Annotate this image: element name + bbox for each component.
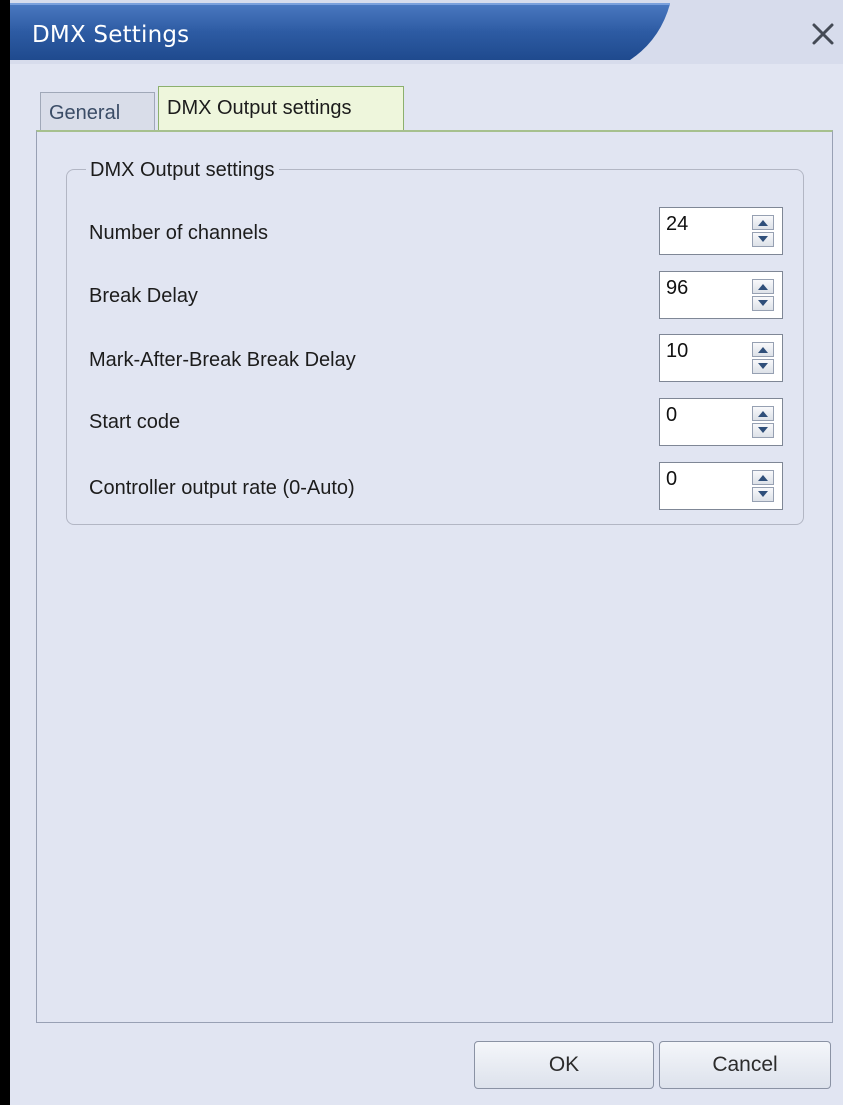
number-of-channels-label: Number of channels [89, 222, 268, 244]
controller-output-rate-value[interactable]: 0 [666, 468, 677, 490]
spin-up-button[interactable] [752, 215, 774, 230]
spin-up-button[interactable] [752, 470, 774, 485]
mark-after-break-value[interactable]: 10 [666, 340, 688, 362]
spin-up-button[interactable] [752, 279, 774, 294]
break-delay-value[interactable]: 96 [666, 277, 688, 299]
close-icon [812, 23, 834, 45]
arrow-up-icon [758, 475, 768, 481]
spin-up-button[interactable] [752, 406, 774, 421]
dmx-settings-dialog: DMX Settings General DMX Output settings… [0, 0, 843, 1105]
number-of-channels-spinner[interactable]: 24 [659, 207, 783, 255]
break-delay-label: Break Delay [89, 285, 198, 307]
tab-dmx-output-settings[interactable]: DMX Output settings [158, 86, 404, 130]
arrow-down-icon [758, 300, 768, 306]
groupbox-legend: DMX Output settings [86, 158, 279, 182]
arrow-down-icon [758, 427, 768, 433]
spin-up-button[interactable] [752, 342, 774, 357]
tab-general-label: General [49, 102, 121, 124]
dialog-title: DMX Settings [32, 22, 190, 48]
arrow-up-icon [758, 347, 768, 353]
arrow-down-icon [758, 236, 768, 242]
controller-output-rate-label: Controller output rate (0-Auto) [89, 477, 355, 499]
ok-button[interactable]: OK [474, 1041, 654, 1089]
spin-down-button[interactable] [752, 487, 774, 502]
cancel-button[interactable]: Cancel [659, 1041, 831, 1089]
arrow-up-icon [758, 284, 768, 290]
number-of-channels-value[interactable]: 24 [666, 213, 688, 235]
arrow-down-icon [758, 491, 768, 497]
controller-output-rate-spinner[interactable]: 0 [659, 462, 783, 510]
tab-dmx-output-settings-label: DMX Output settings [167, 97, 352, 119]
start-code-value[interactable]: 0 [666, 404, 677, 426]
spin-down-button[interactable] [752, 359, 774, 374]
arrow-up-icon [758, 411, 768, 417]
arrow-down-icon [758, 363, 768, 369]
start-code-label: Start code [89, 411, 181, 433]
tab-general[interactable]: General [40, 92, 155, 132]
spin-down-button[interactable] [752, 423, 774, 438]
start-code-spinner[interactable]: 0 [659, 398, 783, 446]
break-delay-spinner[interactable]: 96 [659, 271, 783, 319]
mark-after-break-spinner[interactable]: 10 [659, 334, 783, 382]
mark-after-break-label: Mark-After-Break Break Delay [89, 349, 356, 371]
arrow-up-icon [758, 220, 768, 226]
spin-down-button[interactable] [752, 296, 774, 311]
spin-down-button[interactable] [752, 232, 774, 247]
title-bar[interactable]: DMX Settings [10, 0, 843, 64]
close-button[interactable] [805, 16, 841, 52]
